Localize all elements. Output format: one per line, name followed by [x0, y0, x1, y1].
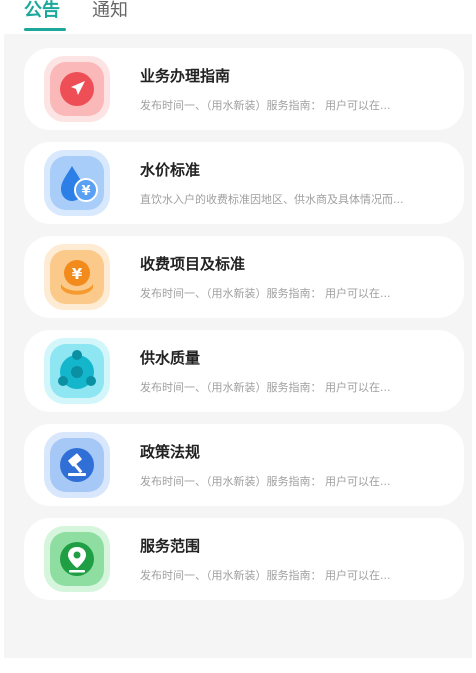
item-description: 发布时间一、（用水新装）服务指南： 用户可以在...: [140, 381, 391, 394]
item-title: 水价标准: [140, 161, 201, 179]
location-pin-icon: [44, 526, 110, 592]
tab-active-indicator: [24, 28, 66, 31]
page: 公告 通知 业务办理指南 发布时间一、（用水新装）服务指南： 用户可以在...: [0, 0, 476, 673]
item-description: 发布时间一、（用水新装）服务指南： 用户可以在...: [140, 475, 391, 488]
item-title: 服务范围: [140, 537, 201, 555]
list-item-service-scope[interactable]: 服务范围 发布时间一、（用水新装）服务指南： 用户可以在...: [24, 518, 464, 600]
item-description: 发布时间一、（用水新装）服务指南： 用户可以在...: [140, 569, 391, 582]
svg-text:¥: ¥: [81, 184, 90, 199]
item-title: 业务办理指南: [140, 67, 231, 85]
item-description: 直饮水入户的收费标准因地区、供水商及具体情况而...: [140, 193, 404, 206]
item-description: 发布时间一、（用水新装）服务指南： 用户可以在...: [140, 287, 391, 300]
tab-notice[interactable]: 公告: [24, 0, 60, 22]
list-item-water-quality[interactable]: 供水质量 发布时间一、（用水新装）服务指南： 用户可以在...: [24, 330, 464, 412]
svg-text:¥: ¥: [72, 265, 83, 283]
water-drop-yen-icon: ¥: [44, 150, 110, 216]
tab-bar: 公告 通知: [0, 0, 476, 34]
bottom-spacer: [0, 658, 476, 673]
item-title: 政策法规: [140, 443, 201, 461]
water-molecule-icon: [44, 338, 110, 404]
yen-coin-hand-icon: ¥: [44, 244, 110, 310]
guide-list: 业务办理指南 发布时间一、（用水新装）服务指南： 用户可以在... ¥ 水价标准…: [4, 34, 472, 658]
item-title: 收费项目及标准: [140, 255, 246, 273]
tab-notification[interactable]: 通知: [92, 0, 128, 22]
item-title: 供水质量: [140, 349, 201, 367]
list-item-policy-regulations[interactable]: 政策法规 发布时间一、（用水新装）服务指南： 用户可以在...: [24, 424, 464, 506]
navigation-arrow-icon: [44, 56, 110, 122]
list-item-water-price[interactable]: ¥ 水价标准 直饮水入户的收费标准因地区、供水商及具体情况而...: [24, 142, 464, 224]
item-description: 发布时间一、（用水新装）服务指南： 用户可以在...: [140, 99, 391, 112]
list-item-business-guide[interactable]: 业务办理指南 发布时间一、（用水新装）服务指南： 用户可以在...: [24, 48, 464, 130]
list-item-charge-items[interactable]: ¥ 收费项目及标准 发布时间一、（用水新装）服务指南： 用户可以在...: [24, 236, 464, 318]
gavel-icon: [44, 432, 110, 498]
